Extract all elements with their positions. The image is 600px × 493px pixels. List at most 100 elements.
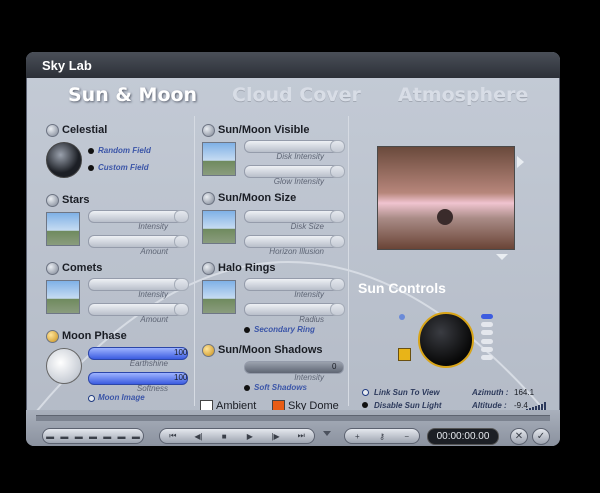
remove-keyframe-icon[interactable]: − [394, 432, 419, 441]
celestial-toggle[interactable] [46, 124, 59, 137]
sun-disk-icon [437, 209, 453, 225]
sky-preview-image[interactable] [377, 146, 515, 250]
moon-small-icon [399, 314, 405, 320]
halo-radius-label: Radius [299, 315, 324, 324]
sun-controls-title: Sun Controls [358, 280, 446, 296]
stop-icon[interactable]: ■ [211, 432, 237, 441]
preview-arrow-down-icon[interactable] [496, 254, 508, 260]
soft-shadows-label: Soft Shadows [254, 383, 307, 392]
halo-intensity-label: Intensity [294, 290, 324, 299]
preview-arrow-right-icon[interactable] [517, 156, 524, 168]
comets-amount-label: Amount [140, 315, 168, 324]
add-keyframe-icon[interactable]: + [345, 432, 370, 441]
intensity-step[interactable] [481, 330, 493, 336]
window-title: Sky Lab [42, 58, 92, 73]
disk-size-label: Disk Size [290, 222, 324, 231]
keyframe-slot[interactable]: ▬ [72, 432, 86, 441]
intensity-step[interactable] [481, 314, 493, 319]
prev-frame-icon[interactable]: ◀| [186, 432, 212, 441]
halo-radius-knob[interactable] [330, 303, 345, 316]
intensity-step[interactable] [481, 338, 493, 344]
first-frame-icon[interactable]: ⏮ [160, 431, 186, 441]
shadow-intensity-value: 0 [332, 362, 337, 371]
link-sun-radio[interactable] [362, 389, 369, 396]
halo-intensity-knob[interactable] [330, 278, 345, 291]
timeline-dropdown-icon[interactable] [323, 431, 331, 436]
link-sun-label: Link Sun To View [374, 388, 440, 397]
keyframe-slot[interactable]: ▬ [57, 432, 71, 441]
shadow-intensity-label: Intensity [294, 373, 324, 382]
disk-intensity-label: Disk Intensity [276, 152, 324, 161]
stars-intensity-label: Intensity [138, 222, 168, 231]
moon-image-radio[interactable] [88, 395, 95, 402]
moon-image-label: Moon Image [98, 393, 145, 402]
random-field-label: Random Field [98, 146, 151, 155]
softness-label: Softness [136, 384, 168, 393]
sun-color-swatch[interactable] [398, 348, 411, 361]
playback-controls: ⏮ ◀| ■ ▶ |▶ ⏭ [159, 428, 315, 444]
next-frame-icon[interactable]: |▶ [263, 432, 289, 441]
disable-sun-label: Disable Sun Light [374, 401, 442, 410]
sun-position-dial[interactable] [418, 312, 474, 368]
horizon-illusion-label: Horizon Illusion [269, 247, 324, 256]
title-bar: Sky Lab [26, 52, 560, 78]
sunmoon-visible-title: Sun/Moon Visible [218, 124, 310, 136]
keyframe-slot[interactable]: ▬ [43, 432, 57, 441]
keyframe-slot[interactable]: ▬ [86, 432, 100, 441]
celestial-sphere-icon[interactable] [46, 142, 82, 178]
key-icon[interactable]: ⚷ [370, 432, 395, 441]
sunmoon-size-title: Sun/Moon Size [218, 192, 297, 204]
moon-phase-toggle[interactable] [46, 330, 59, 343]
last-frame-icon[interactable]: ⏭ [288, 431, 314, 441]
sun-intensity-stack[interactable] [481, 314, 493, 360]
cancel-button[interactable]: ✕ [510, 428, 528, 445]
glow-intensity-knob[interactable] [330, 165, 345, 178]
secondary-ring-label: Secondary Ring [254, 325, 315, 334]
intensity-step[interactable] [481, 322, 493, 328]
play-icon[interactable]: ▶ [237, 432, 263, 441]
moon-phase-title: Moon Phase [62, 330, 127, 342]
intensity-step[interactable] [481, 354, 493, 360]
stars-toggle[interactable] [46, 194, 59, 207]
sky-lab-window: Sky Lab Sun & Moon Cloud Cover Atmospher… [26, 52, 560, 446]
intensity-step[interactable] [481, 346, 493, 352]
disk-size-knob[interactable] [330, 210, 345, 223]
custom-field-radio[interactable] [88, 165, 94, 171]
shadows-toggle[interactable] [202, 344, 215, 357]
comets-title: Comets [62, 262, 103, 274]
ok-button[interactable]: ✓ [532, 428, 550, 445]
stars-title: Stars [62, 194, 90, 206]
sunmoon-size-toggle[interactable] [202, 192, 215, 205]
timeline-track[interactable] [36, 415, 550, 421]
horizon-illusion-knob[interactable] [330, 235, 345, 248]
close-icon: ✕ [514, 431, 524, 442]
custom-field-label: Custom Field [98, 163, 149, 172]
keyframe-strip[interactable]: ▬ ▬ ▬ ▬ ▬ ▬ ▬ [42, 428, 144, 444]
secondary-ring-radio[interactable] [244, 327, 250, 333]
keyframe-edit-controls: + ⚷ − [344, 428, 420, 444]
azimuth-label: Azimuth : [472, 388, 509, 397]
disk-intensity-knob[interactable] [330, 140, 345, 153]
keyframe-slot[interactable]: ▬ [114, 432, 128, 441]
timecode-display: 00:00:00.00 [427, 428, 499, 445]
softness-value: 100 [174, 373, 188, 382]
altitude-label: Altitude : [472, 401, 507, 410]
disable-sun-radio[interactable] [362, 402, 368, 408]
comets-intensity-knob[interactable] [174, 278, 189, 291]
halo-rings-toggle[interactable] [202, 262, 215, 275]
celestial-title: Celestial [62, 124, 108, 136]
stars-intensity-knob[interactable] [174, 210, 189, 223]
stars-amount-label: Amount [140, 247, 168, 256]
comets-amount-knob[interactable] [174, 303, 189, 316]
column-divider [194, 116, 195, 406]
sunmoon-visible-toggle[interactable] [202, 124, 215, 137]
comets-toggle[interactable] [46, 262, 59, 275]
comets-intensity-label: Intensity [138, 290, 168, 299]
stars-amount-knob[interactable] [174, 235, 189, 248]
keyframe-slot[interactable]: ▬ [129, 432, 143, 441]
shadows-title: Sun/Moon Shadows [218, 344, 323, 356]
keyframe-slot[interactable]: ▬ [100, 432, 114, 441]
random-field-radio[interactable] [88, 148, 94, 154]
azimuth-value: 164.1 [514, 388, 535, 397]
soft-shadows-radio[interactable] [244, 385, 250, 391]
